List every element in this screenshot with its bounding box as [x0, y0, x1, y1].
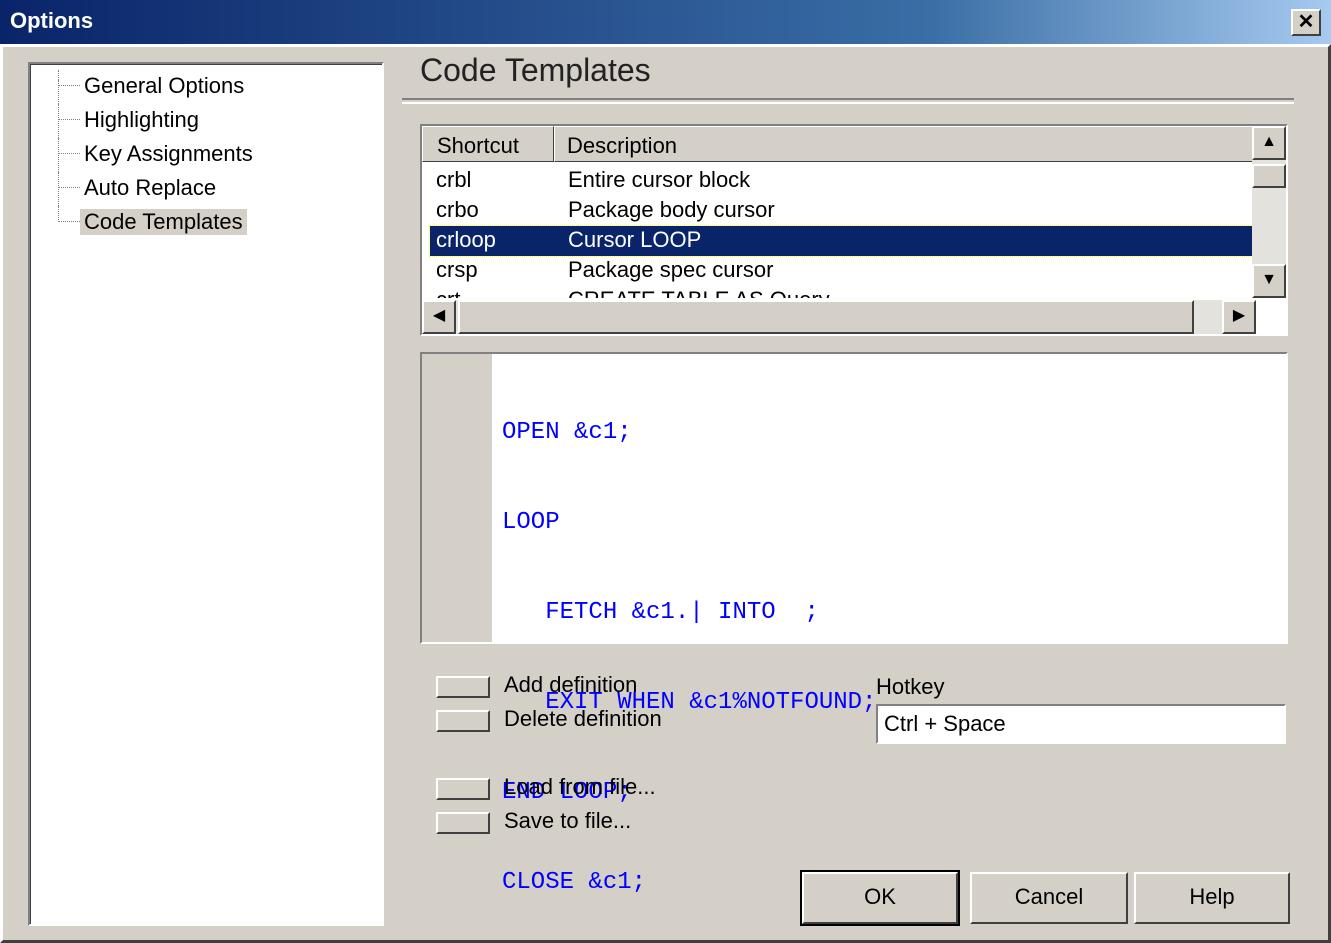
- templates-list[interactable]: Shortcut Description crbl Entire cursor …: [420, 124, 1288, 336]
- code-line: LOOP: [502, 509, 560, 536]
- delete-definition-button[interactable]: [436, 710, 490, 732]
- column-header-shortcut[interactable]: Shortcut: [422, 126, 554, 162]
- horizontal-scroll-thumb[interactable]: [458, 300, 1194, 334]
- save-to-file-label: Save to file...: [504, 808, 632, 833]
- tree-item-label: Key Assignments: [84, 141, 253, 166]
- save-to-file-button[interactable]: [436, 812, 490, 834]
- options-tree[interactable]: General Options Highlighting Key Assignm…: [28, 62, 384, 926]
- add-definition-label: Add definition: [504, 672, 638, 697]
- editor-gutter: [422, 354, 494, 642]
- tree-item-label: Highlighting: [84, 107, 199, 132]
- delete-definition-label: Delete definition: [504, 706, 662, 731]
- scroll-left-button[interactable]: ◀: [422, 300, 456, 334]
- scroll-up-button[interactable]: ▲: [1252, 126, 1286, 160]
- left-arrow-icon: ◀: [432, 307, 446, 324]
- help-button[interactable]: Help: [1134, 872, 1290, 924]
- table-row[interactable]: crsp Package spec cursor: [430, 256, 1254, 286]
- code-line: OPEN &c1;: [502, 419, 632, 446]
- template-editor[interactable]: OPEN &c1; LOOP FETCH &c1.| INTO ; EXIT W…: [420, 352, 1288, 896]
- table-row[interactable]: crbo Package body cursor: [430, 196, 1254, 226]
- hotkey-label: Hotkey: [876, 674, 945, 699]
- cancel-button[interactable]: Cancel: [970, 872, 1128, 924]
- horizontal-scrollbar[interactable]: ◀ ▶: [422, 300, 1256, 334]
- down-arrow-icon: ▼: [1261, 271, 1277, 288]
- column-header-description[interactable]: Description: [554, 126, 1256, 162]
- title-bar: Options ✕: [0, 0, 1331, 44]
- scroll-down-button[interactable]: ▼: [1252, 264, 1286, 298]
- right-arrow-icon: ▶: [1232, 307, 1246, 324]
- load-from-file-button[interactable]: [436, 778, 490, 800]
- load-from-file-label: Load from file...: [504, 774, 656, 799]
- code-line: FETCH &c1.| INTO ;: [502, 599, 819, 626]
- window-title: Options: [10, 8, 94, 33]
- add-definition-button[interactable]: [436, 676, 490, 698]
- close-icon: ✕: [1297, 11, 1315, 33]
- ok-button[interactable]: OK: [800, 870, 960, 926]
- section-divider: [402, 98, 1294, 104]
- hotkey-field[interactable]: [876, 704, 1286, 744]
- table-row-selected[interactable]: crloop Cursor LOOP: [429, 225, 1255, 257]
- up-arrow-icon: ▲: [1261, 133, 1277, 150]
- code-area[interactable]: OPEN &c1; LOOP FETCH &c1.| INTO ; EXIT W…: [502, 358, 876, 943]
- section-title: Code Templates: [420, 52, 651, 88]
- list-rows: crbl Entire cursor block crbo Package bo…: [422, 166, 1256, 298]
- tree-item-label: General Options: [84, 73, 245, 98]
- close-button[interactable]: ✕: [1291, 9, 1321, 36]
- table-row[interactable]: crbl Entire cursor block: [430, 166, 1254, 196]
- vertical-scrollbar[interactable]: ▲ ▼: [1252, 126, 1286, 298]
- tree-item-label: Code Templates: [80, 209, 247, 235]
- table-row[interactable]: crt CREATE TABLE AS Query: [430, 286, 1254, 298]
- tree-item-label: Auto Replace: [84, 175, 217, 200]
- vertical-scroll-thumb[interactable]: [1252, 164, 1286, 188]
- scroll-right-button[interactable]: ▶: [1222, 300, 1256, 334]
